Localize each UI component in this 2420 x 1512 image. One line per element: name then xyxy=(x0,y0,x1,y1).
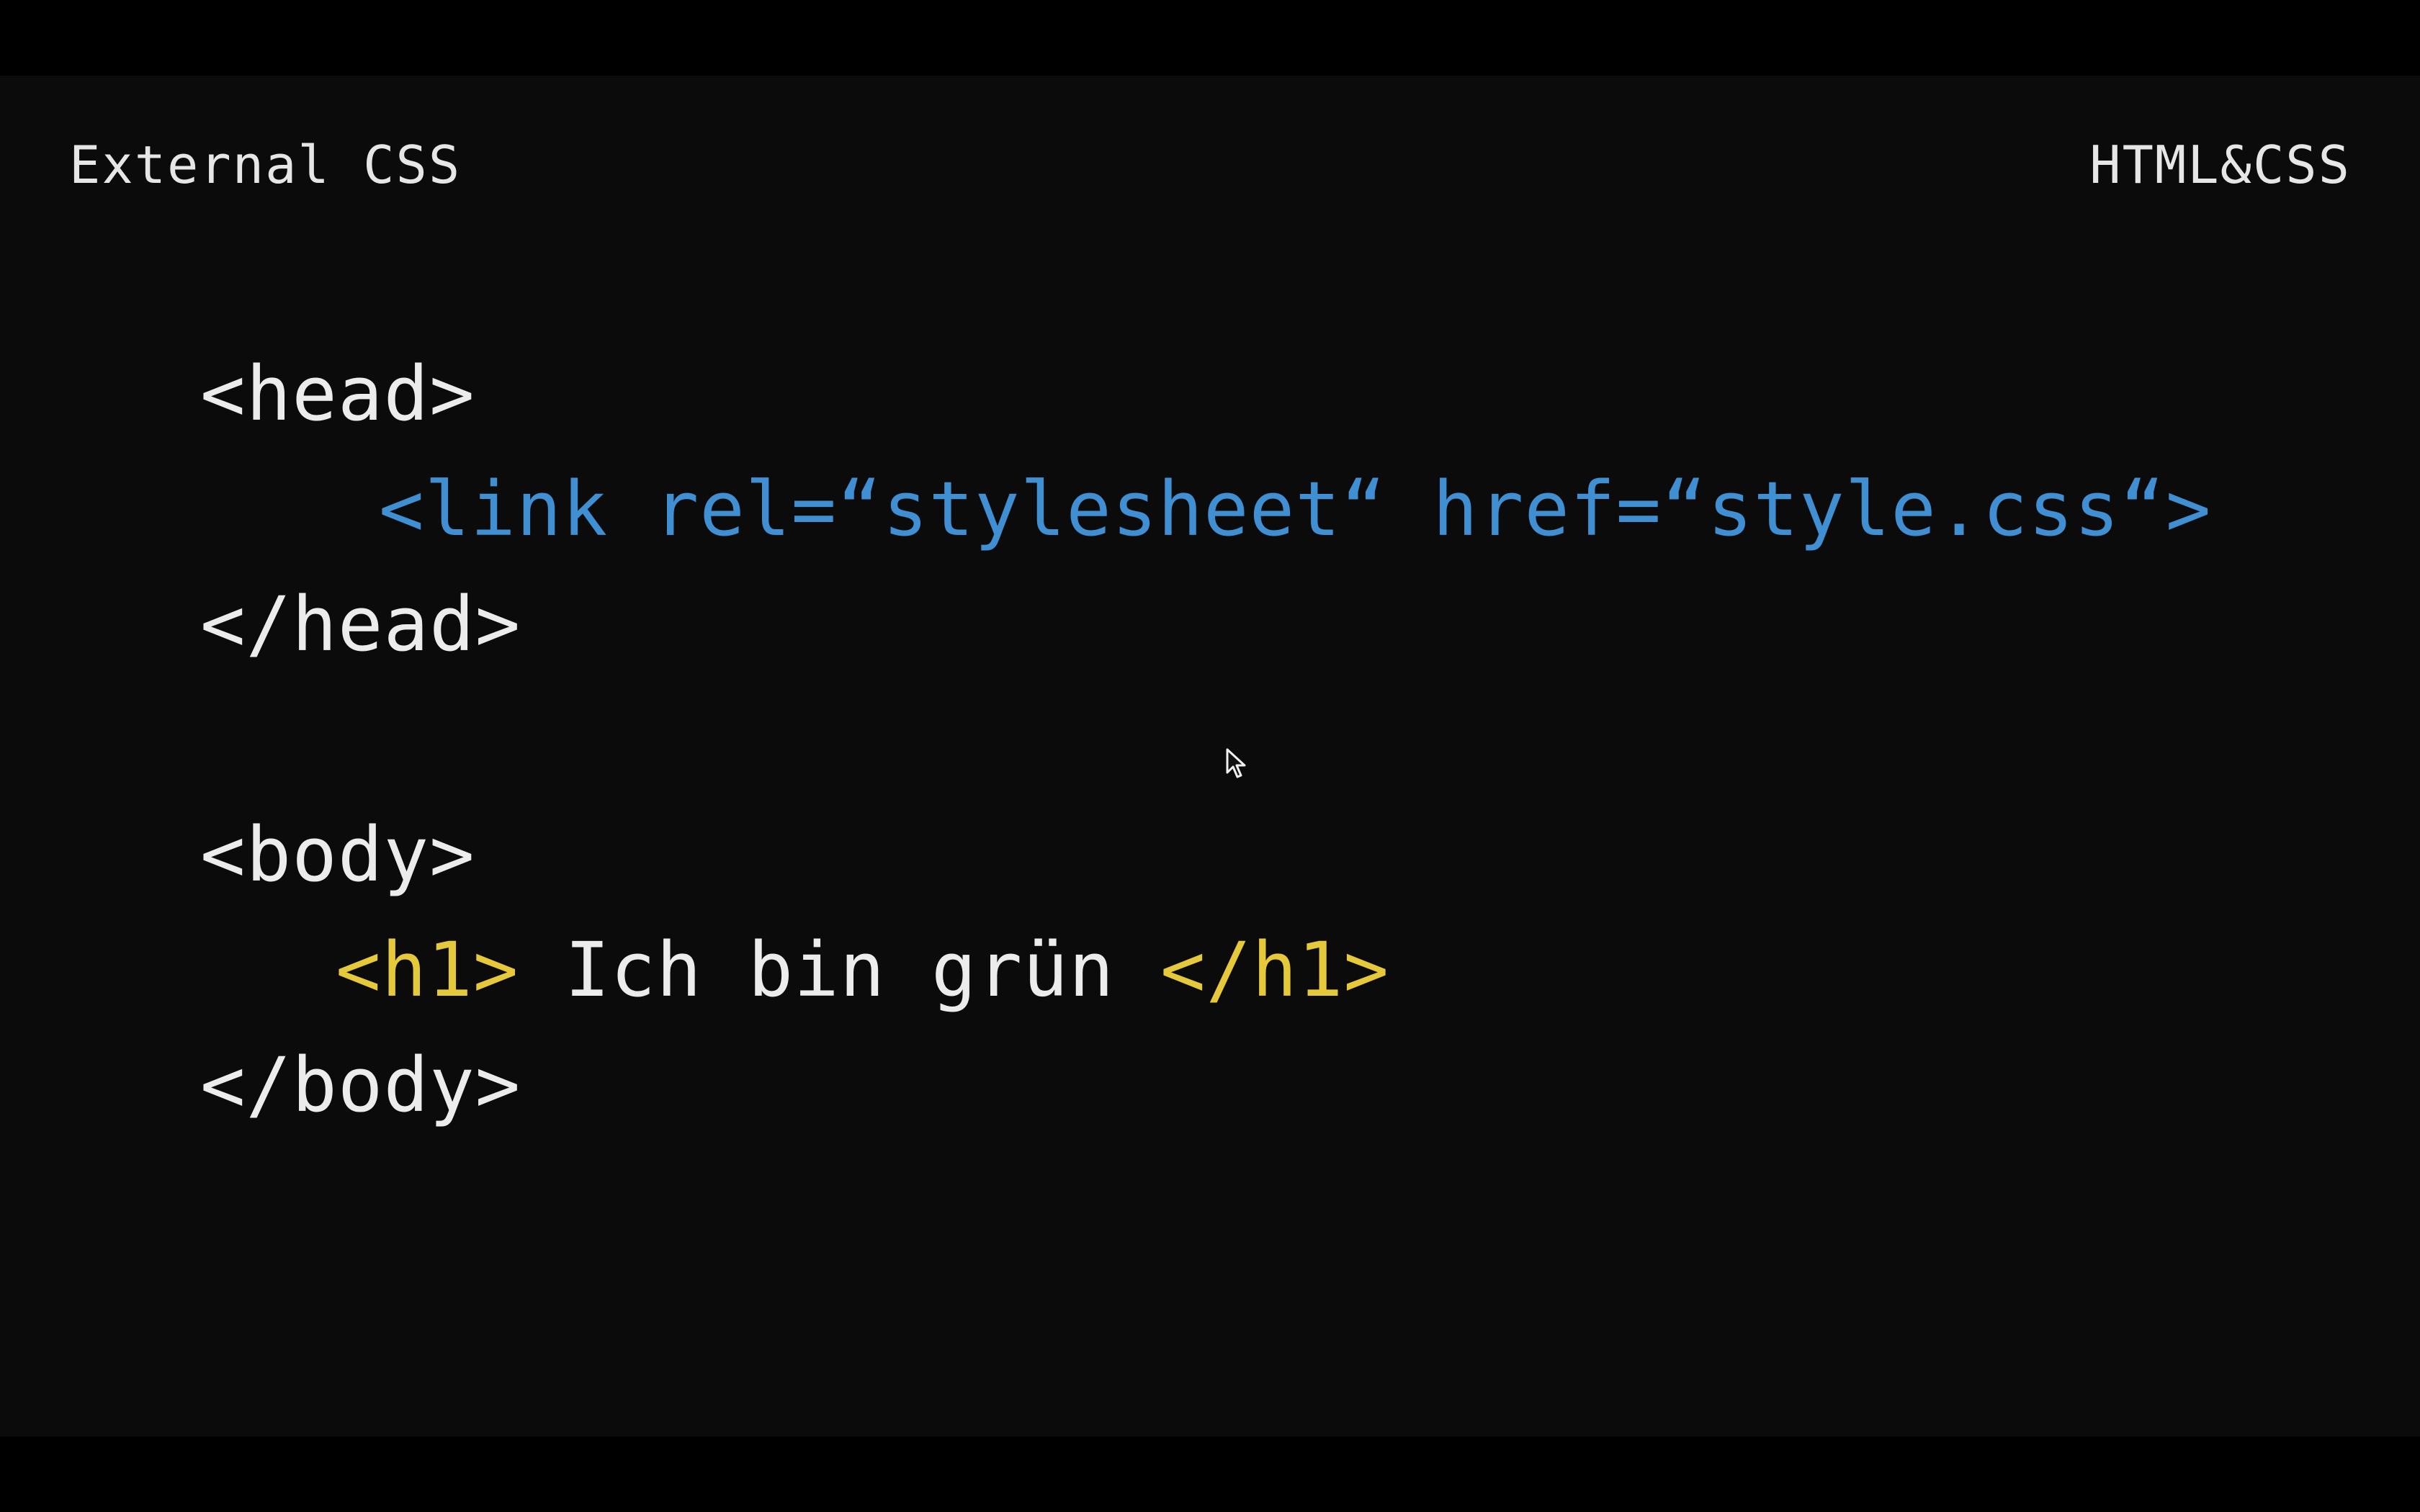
letterbox-top xyxy=(0,0,2420,76)
code-body-open: <body> xyxy=(200,811,475,899)
code-head-open: <head> xyxy=(200,350,475,438)
letterbox-bottom xyxy=(0,1436,2420,1512)
code-link-tag: <link rel=“stylesheet“ href=“style.css“> xyxy=(379,465,2212,553)
code-body-close: </body> xyxy=(200,1041,521,1129)
slide: External CSS HTML&CSS <head> <link rel=“… xyxy=(0,76,2420,1436)
code-h1-line: <h1> Ich bin grün </h1> xyxy=(336,932,1389,1007)
slide-title: External CSS xyxy=(69,135,462,195)
code-head-close: </head> xyxy=(200,580,521,668)
code-h1-close: </h1> xyxy=(1160,926,1390,1014)
course-label: HTML&CSS xyxy=(2089,135,2351,195)
code-h1-open: <h1> xyxy=(336,926,519,1014)
code-h1-text: Ich bin grün xyxy=(519,926,1161,1014)
mouse-pointer-icon xyxy=(1226,748,1246,778)
